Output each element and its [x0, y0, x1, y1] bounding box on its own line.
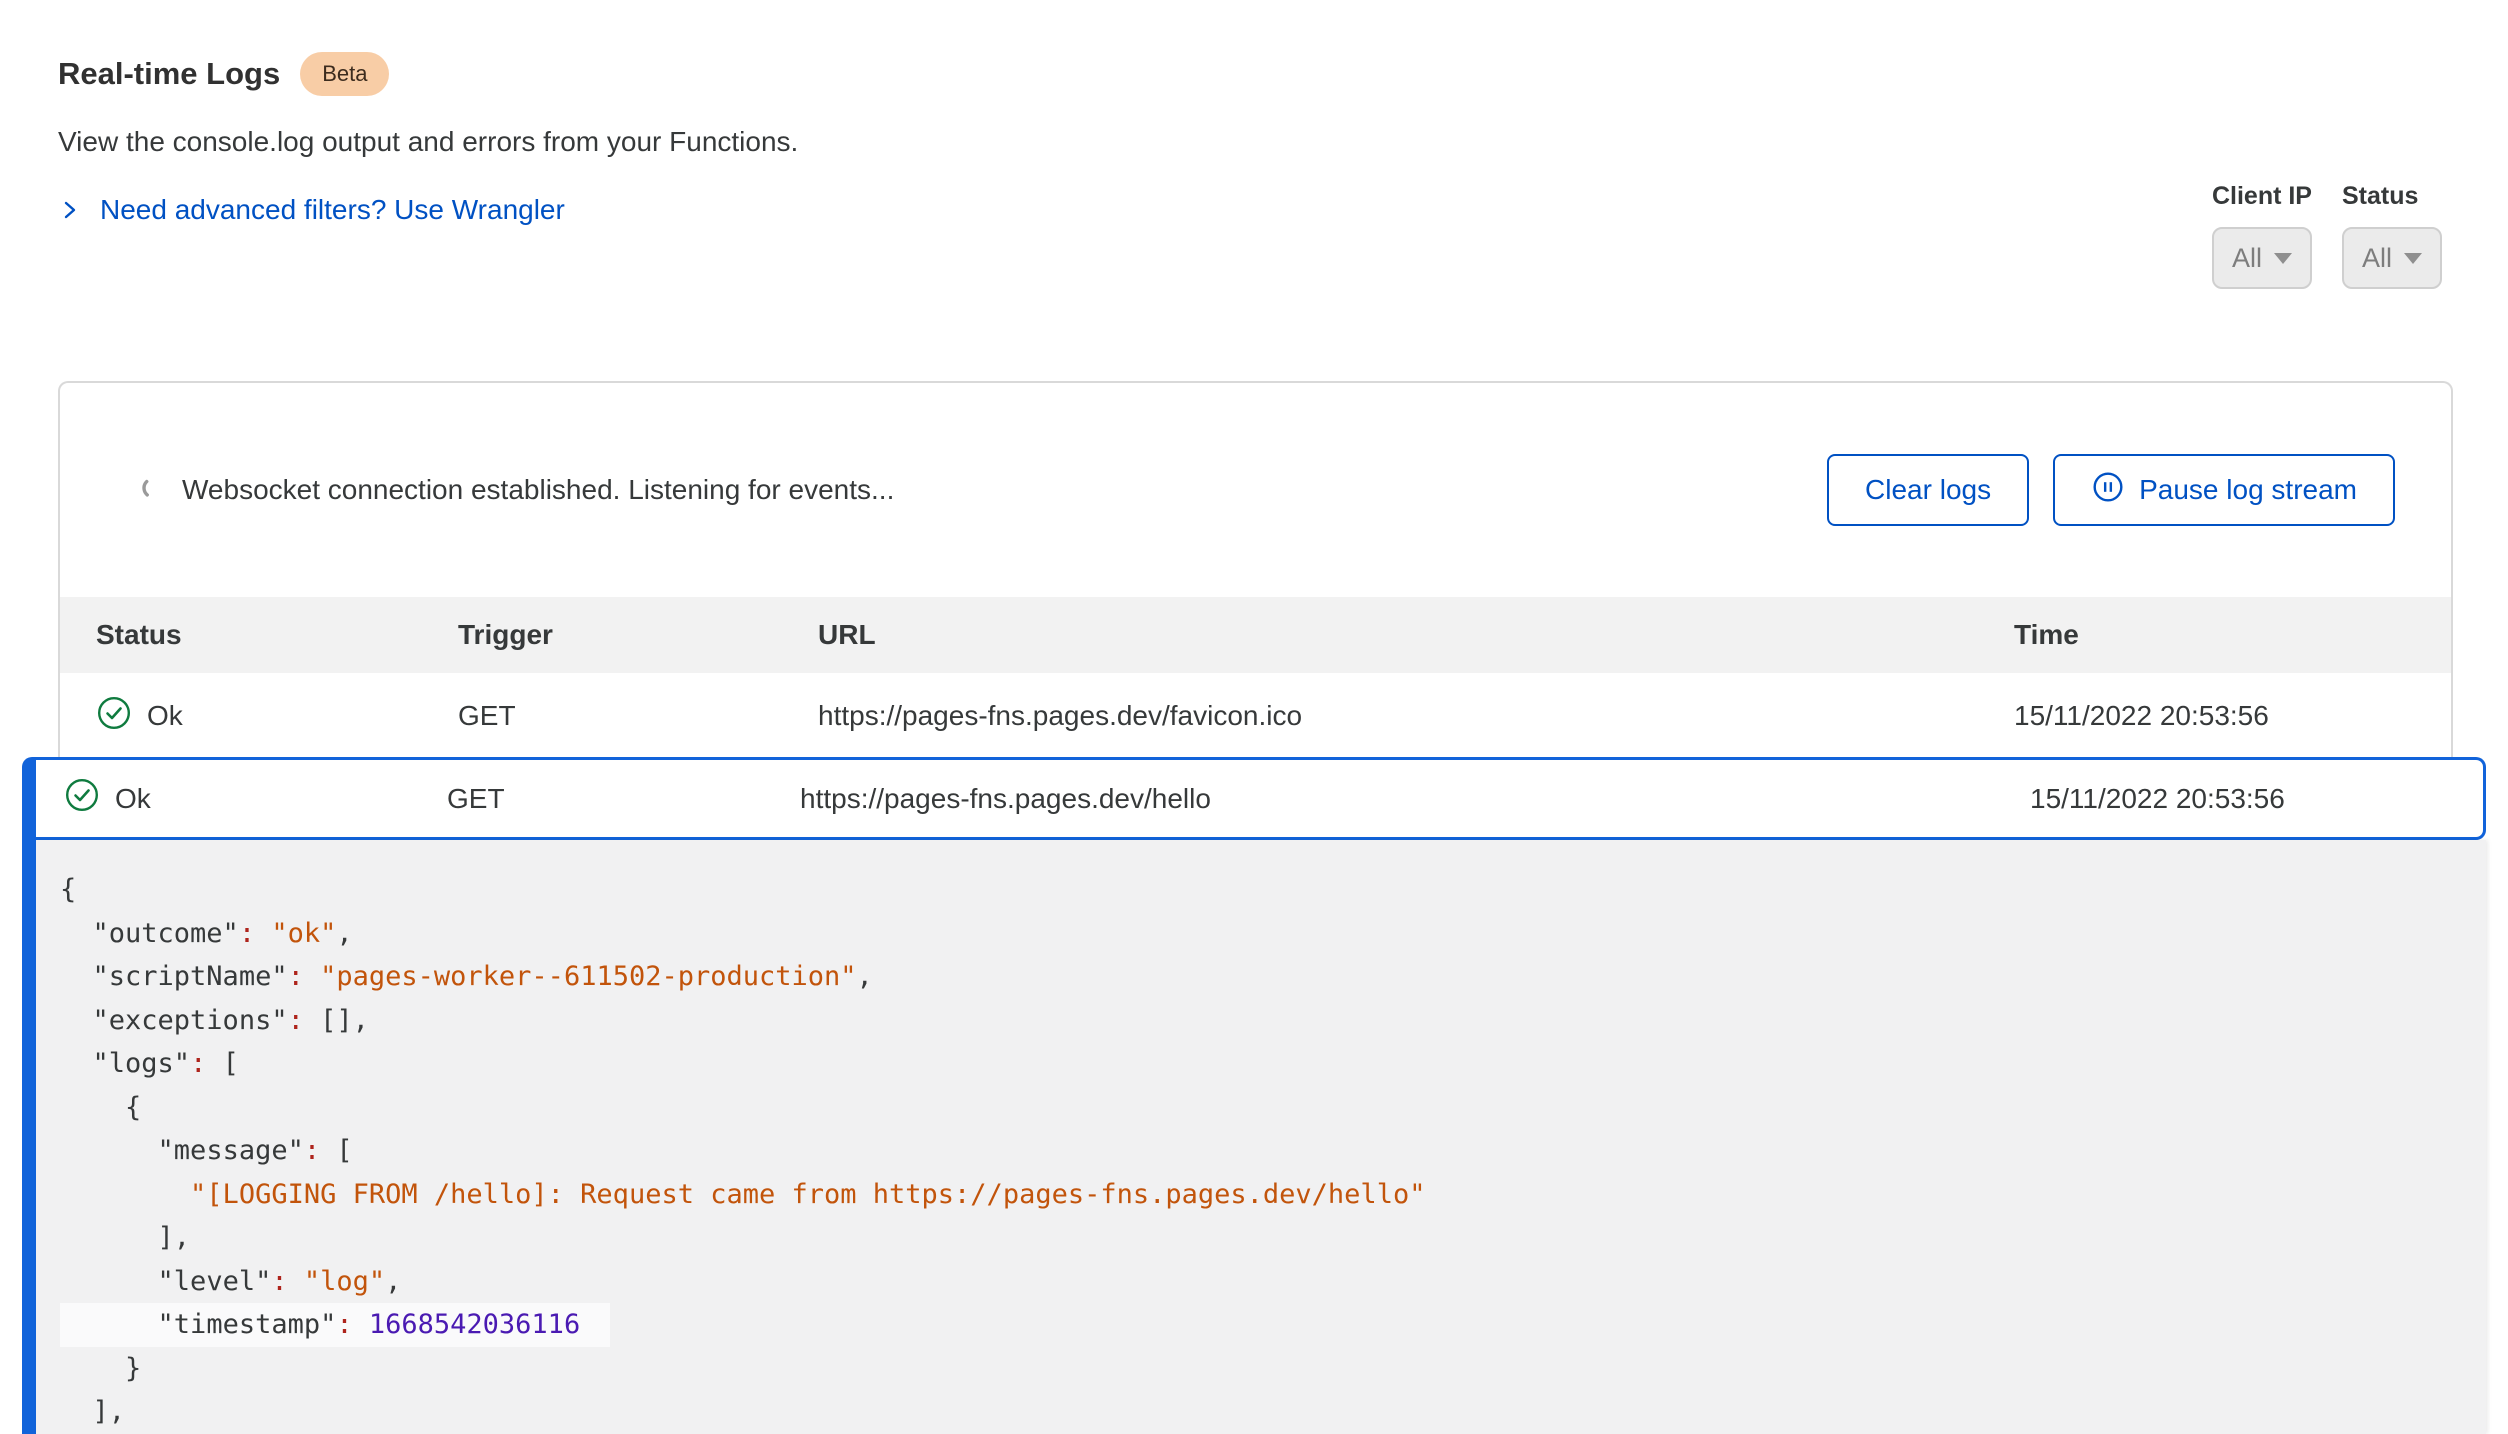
spinner-icon — [140, 475, 166, 506]
client-ip-filter-value: All — [2232, 243, 2262, 274]
chevron-down-icon — [2274, 253, 2292, 264]
log-row-time: 15/11/2022 20:53:56 — [1978, 700, 2451, 732]
page-title: Real-time Logs — [58, 56, 280, 92]
log-row-status: Ok — [147, 700, 183, 732]
page-subtitle: View the console.log output and errors f… — [58, 126, 2450, 158]
advanced-filters-link[interactable]: Need advanced filters? Use Wrangler — [58, 194, 565, 226]
status-filter-label: Status — [2342, 182, 2442, 211]
filters: Client IP All Status All — [2212, 182, 2442, 289]
realtime-logs-page: Real-time Logs Beta View the console.log… — [0, 0, 2508, 1434]
client-ip-filter-dropdown[interactable]: All — [2212, 227, 2312, 289]
title-row: Real-time Logs Beta — [58, 52, 2450, 96]
expanded-log-entry: Ok GET https://pages-fns.pages.dev/hello… — [22, 757, 2486, 1434]
logs-panel: Websocket connection established. Listen… — [58, 381, 2453, 759]
pause-circle-icon — [2091, 470, 2125, 511]
log-row-trigger: GET — [419, 783, 772, 815]
column-header-status: Status — [60, 619, 422, 651]
log-row-url: https://pages-fns.pages.dev/hello — [772, 783, 2002, 815]
log-row[interactable]: Ok GET https://pages-fns.pages.dev/favic… — [60, 673, 2451, 759]
log-row-url: https://pages-fns.pages.dev/favicon.ico — [782, 700, 1978, 732]
filter-group-client-ip: Client IP All — [2212, 182, 2312, 289]
pause-log-stream-button[interactable]: Pause log stream — [2053, 454, 2395, 526]
log-detail-json-pre: { "outcome": "ok", "scriptName": "pages-… — [36, 840, 2486, 1434]
column-header-url: URL — [782, 619, 1978, 651]
clear-logs-button[interactable]: Clear logs — [1827, 454, 2029, 526]
log-row-trigger: GET — [422, 700, 782, 732]
filter-group-status: Status All — [2342, 182, 2442, 289]
status-ok-icon — [64, 777, 100, 820]
client-ip-filter-label: Client IP — [2212, 182, 2312, 211]
beta-badge: Beta — [300, 52, 389, 96]
pause-log-stream-label: Pause log stream — [2139, 474, 2357, 506]
status-filter-dropdown[interactable]: All — [2342, 227, 2442, 289]
clear-logs-label: Clear logs — [1865, 474, 1991, 506]
chevron-right-icon — [58, 198, 82, 222]
log-row-status: Ok — [115, 783, 151, 815]
chevron-down-icon — [2404, 253, 2422, 264]
log-table-header: Status Trigger URL Time — [60, 597, 2451, 673]
log-detail-json: { "outcome": "ok", "scriptName": "pages-… — [36, 840, 2486, 1434]
log-row-selected[interactable]: Ok GET https://pages-fns.pages.dev/hello… — [36, 757, 2486, 840]
status-filter-value: All — [2362, 243, 2392, 274]
status-ok-icon — [96, 695, 132, 738]
websocket-status-bar: Websocket connection established. Listen… — [60, 383, 2451, 597]
log-actions: Clear logs Pause log stream — [1827, 454, 2395, 526]
column-header-trigger: Trigger — [422, 619, 782, 651]
log-row-time: 15/11/2022 20:53:56 — [2002, 783, 2483, 815]
expanded-log-body: Ok GET https://pages-fns.pages.dev/hello… — [36, 757, 2486, 1434]
page-header: Real-time Logs Beta View the console.log… — [0, 0, 2508, 226]
column-header-time: Time — [1978, 619, 2451, 651]
websocket-status-message: Websocket connection established. Listen… — [182, 474, 894, 506]
advanced-filters-link-label: Need advanced filters? Use Wrangler — [100, 194, 565, 226]
selection-indicator-bar — [22, 757, 36, 1434]
